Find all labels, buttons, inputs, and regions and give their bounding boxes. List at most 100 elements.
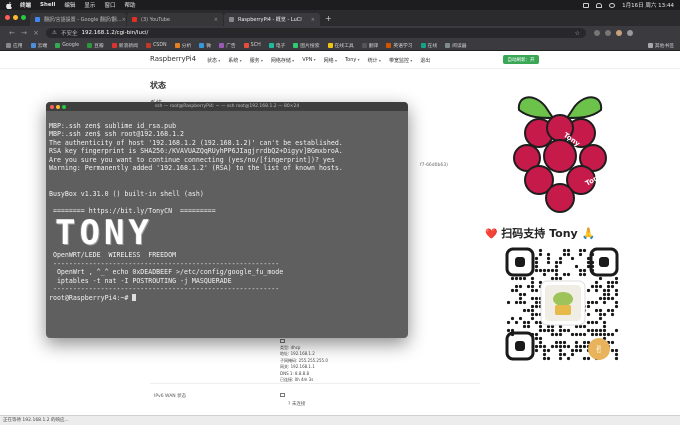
folder-icon [647,42,653,48]
terminal-line: MBP:.ssh zen$ sublime id_rsa.pub [49,121,177,130]
stop-loading-icon[interactable]: × [30,29,42,37]
luci-menu-status[interactable]: 状态 [207,57,220,64]
spotlight-icon[interactable] [609,2,616,8]
terminal-window[interactable]: ssh — root@RaspberryPi4: ~ — ssh root@19… [46,102,408,338]
tab-google-translate[interactable]: 翻訳/言語設置 - Google 翻訳/翻… × [30,13,126,26]
browser-tab-strip: 翻訳/言語設置 - Google 翻訳/翻… × (3) YouTube × R… [0,10,680,26]
menu-help[interactable]: 帮助 [124,1,135,9]
bookmark-favicon-icon [87,42,93,48]
close-tab-icon[interactable]: × [311,17,315,23]
browser-menu-icon[interactable] [627,30,633,36]
bookmark-item[interactable]: Google [55,42,79,48]
other-bookmarks[interactable]: 其他书签 [647,42,674,49]
firmware-version-fragment: f7-66d0b63) [420,163,448,168]
terminal-output[interactable]: MBP:.ssh zen$ sublime id_rsa.pub MBP:.ssh… [46,111,408,321]
zoom-window-icon[interactable] [21,15,26,20]
pray-icon: 🙏 [581,227,596,240]
bookmark-item[interactable]: 云端 [30,42,47,49]
support-text: 扫码支持 Tony [501,227,578,240]
terminal-line: RSA key fingerprint is SHA256:/KVAVUAZQq… [49,147,343,155]
browser-status-bar: 正在等待 192.168.1.2 的响应... [0,415,680,425]
bookmark-item[interactable]: 翻译 [361,42,378,49]
forward-icon[interactable]: → [18,29,30,37]
profile-avatar-icon[interactable] [616,30,622,36]
tab-label: RaspberryPi4 - 概览 - LuCI [238,17,302,23]
tab-luci[interactable]: RaspberryPi4 - 概览 - LuCI × [224,13,320,26]
bookmark-favicon-icon [199,42,205,48]
luci-menu-logout[interactable]: 退出 [420,57,430,64]
security-status[interactable]: 不安全 [61,29,78,37]
ipv6-wan-label: IPv6 WAN 状态 [154,394,187,399]
tab-youtube[interactable]: (3) YouTube × [127,13,223,26]
bookmark-item[interactable]: 英语学习 [386,42,413,49]
menu-view[interactable]: 显示 [84,1,95,9]
ascii-banner: TONY [55,213,153,253]
network-port-icon [280,393,285,397]
bookmark-star-icon[interactable]: ☆ [575,30,580,37]
menu-shell[interactable]: Shell [40,2,55,8]
terminal-line: OpenWRT/LEDE WIRELESS FREEDOM [49,251,177,259]
auto-refresh-button[interactable]: 自动刷新：开 [503,55,539,64]
luci-menu-statistics[interactable]: 统计 [368,57,381,64]
bookmark-item[interactable]: 新浪新闻 [111,42,138,49]
terminal-line: MBP:.ssh zen$ ssh root@192.168.1.2 [49,130,184,138]
bookmark-item[interactable]: 微 [199,42,211,49]
menubar-clock[interactable]: 1月16日 周六 13:44 [622,1,674,9]
menu-terminal[interactable]: 终端 [20,1,31,9]
ipv4-wan-details: 类型: dhcp 地址: 192.168.1.2 子网掩码: 255.255.2… [280,339,328,383]
terminal-cursor [132,293,137,301]
bookmark-item[interactable]: 分析 [174,42,191,49]
luci-menu-tony[interactable]: Tony [345,57,360,64]
macos-menubar: 终端 Shell 编辑 显示 窗口 帮助 1月16日 周六 13:44 [0,0,680,10]
bookmark-item[interactable]: CSDN [145,42,167,48]
apple-icon[interactable] [6,1,12,9]
bookmark-favicon-icon [145,42,151,48]
minimize-window-icon[interactable] [13,15,18,20]
bookmark-item[interactable]: 电子 [268,42,285,49]
terminal-prompt-line[interactable]: root@RaspberryPi4:~# [49,293,405,303]
wechat-pay-qr-code[interactable]: ✌ [503,245,623,365]
extension-icon[interactable] [594,30,600,36]
luci-menu-services[interactable]: 服务 [250,57,263,64]
luci-menu-vpn[interactable]: VPN [302,57,315,64]
bookmark-item[interactable]: 阅读器 [445,42,467,49]
bookmark-favicon-icon [445,42,451,48]
battery-icon[interactable] [583,2,590,8]
luci-menu-bandwidth[interactable]: 带宽监控 [389,57,412,64]
security-warning-icon[interactable]: ⚠ [52,30,57,36]
bookmark-item[interactable]: SCH [243,42,261,48]
close-tab-icon[interactable]: × [122,17,126,23]
back-icon[interactable]: ← [6,29,18,37]
luci-menu-system[interactable]: 系统 [228,57,241,64]
terminal-line: Warning: Permanently added '192.168.1.2'… [49,164,343,172]
thumbs-up-icon: ✌ [594,343,603,356]
luci-menu-network[interactable]: 网络 [324,57,337,64]
luci-navbar: RaspberryPi4 状态 系统 服务 网络存储 VPN 网络 Tony 统… [0,51,680,69]
close-window-icon[interactable] [5,15,10,20]
extension-icon[interactable] [605,30,611,36]
address-bar[interactable]: ⚠ 不安全 192.168.1.2/cgi-bin/luci/ ☆ [46,28,586,38]
luci-menu-nas[interactable]: 网络存储 [271,57,294,64]
bookmark-item[interactable]: 在线工具 [327,42,354,49]
bookmark-favicon-icon [268,42,274,48]
bookmark-item[interactable]: 广告 [219,42,236,49]
bookmark-item[interactable]: 应用 [6,42,23,49]
page-title: 状态 [150,81,166,90]
terminal-titlebar[interactable]: ssh — root@RaspberryPi4: ~ — ssh root@19… [46,102,408,111]
menu-window[interactable]: 窗口 [104,1,115,9]
bookmark-item[interactable]: 在线 [420,42,437,49]
wifi-icon[interactable] [596,2,603,8]
bookmark-item[interactable]: 图片搜索 [293,42,320,49]
menu-edit[interactable]: 编辑 [64,1,75,9]
network-port-icon [280,339,285,343]
close-tab-icon[interactable]: × [214,17,218,23]
luci-brand[interactable]: RaspberryPi4 [150,55,196,63]
new-tab-icon[interactable]: + [325,14,332,23]
bookmark-favicon-icon [243,42,249,48]
bookmark-item[interactable]: 豆瓣 [87,42,104,49]
wan-connected-time: 已连接: 0h 4m 3s [280,377,314,383]
luci-favicon-icon [229,17,234,22]
url-text[interactable]: 192.168.1.2/cgi-bin/luci/ [81,30,148,36]
luci-menu: 状态 系统 服务 网络存储 VPN 网络 Tony 统计 带宽监控 退出 [207,57,430,64]
